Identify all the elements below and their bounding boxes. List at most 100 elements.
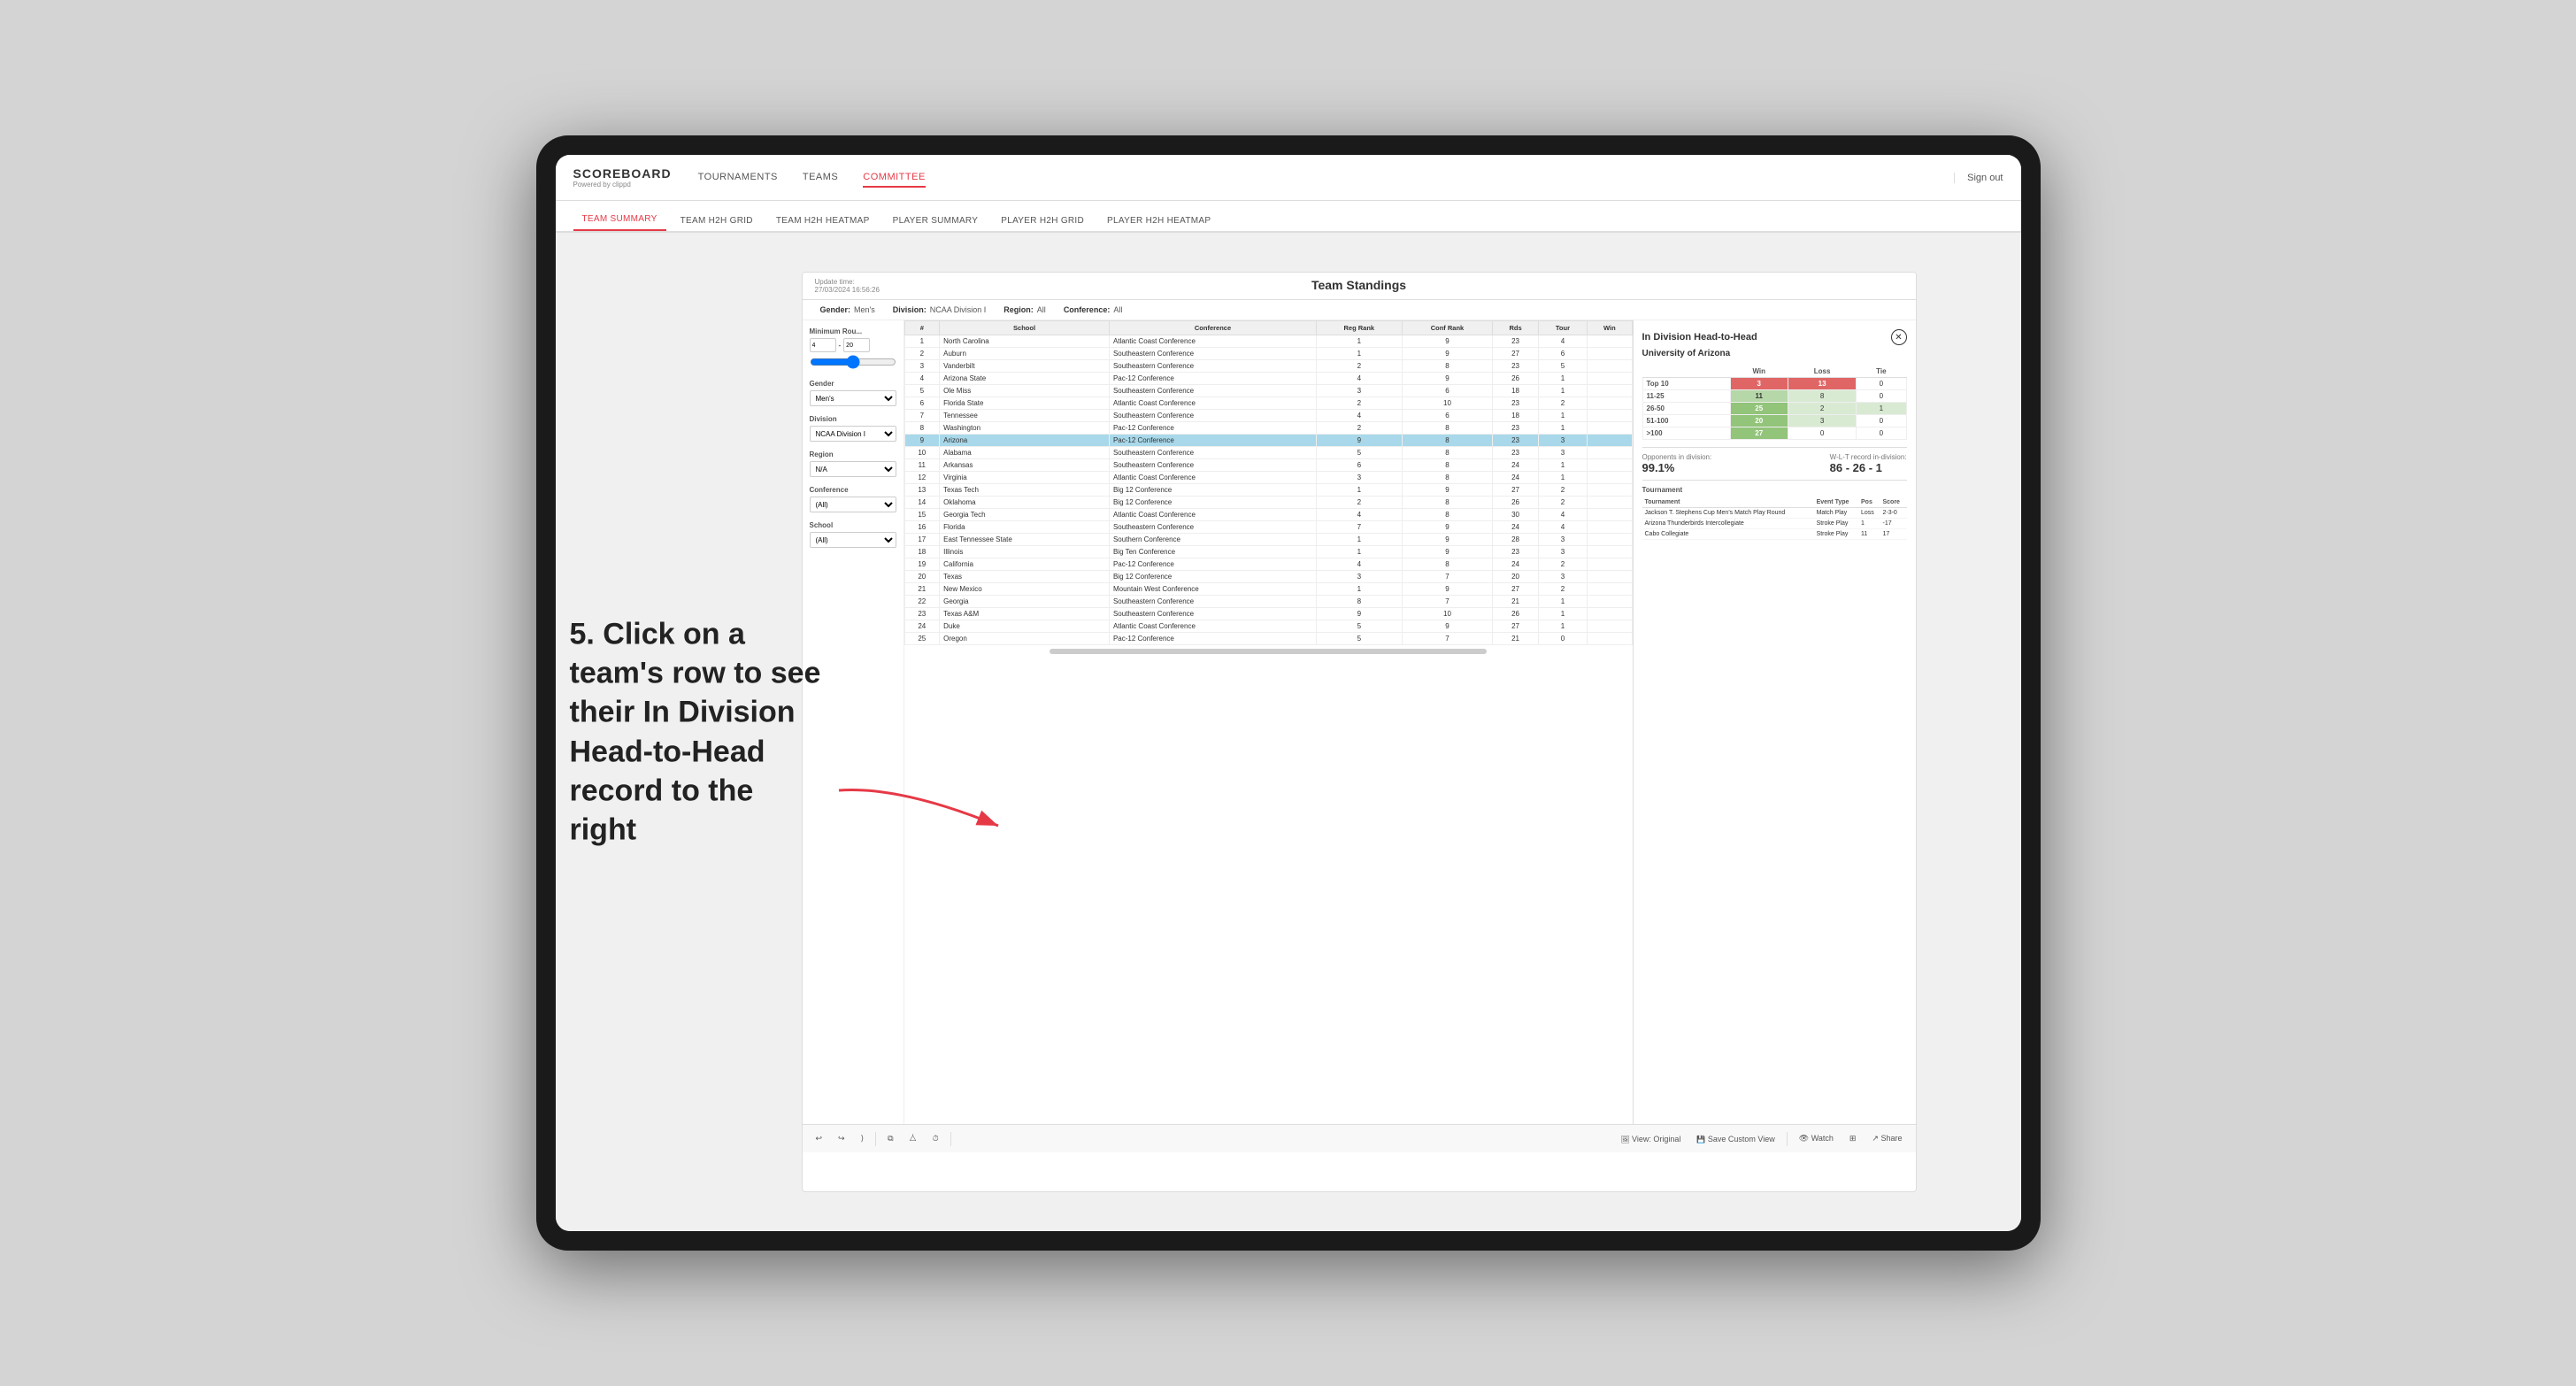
filter-min-rounds: Minimum Rou... - [810, 327, 896, 371]
th-score: Score [1880, 497, 1906, 508]
h2h-win-header: Win [1730, 366, 1788, 378]
panel-title: Team Standings [1311, 278, 1406, 292]
th-event-type: Event Type [1814, 497, 1858, 508]
table-row[interactable]: 22 Georgia Southeastern Conference 8 7 2… [904, 596, 1632, 608]
view-original-button[interactable]: 🖼 View: Original [1616, 1133, 1685, 1145]
table-row[interactable]: 15 Georgia Tech Atlantic Coast Conferenc… [904, 509, 1632, 521]
toolbar-sep-1 [875, 1132, 876, 1146]
tournament-row: Cabo Collegiate Stroke Play 11 17 [1642, 529, 1907, 540]
filter-conference-select[interactable]: (All) [810, 497, 896, 512]
h2h-row: 51-100 20 3 0 [1642, 415, 1906, 427]
nav-bar: SCOREBOARD Powered by clippd TOURNAMENTS… [556, 155, 2021, 201]
filter-min-rounds-max[interactable] [843, 338, 870, 352]
filter-min-rounds-slider[interactable] [810, 355, 896, 369]
table-row[interactable]: 11 Arkansas Southeastern Conference 6 8 … [904, 459, 1632, 472]
subnav-player-h2h-heatmap[interactable]: PLAYER H2H HEATMAP [1098, 211, 1219, 231]
table-row[interactable]: 7 Tennessee Southeastern Conference 4 6 … [904, 410, 1632, 422]
th-pos: Pos [1858, 497, 1880, 508]
h2h-close-button[interactable]: ✕ [1891, 329, 1907, 345]
sub-nav: TEAM SUMMARY TEAM H2H GRID TEAM H2H HEAT… [556, 201, 2021, 233]
main-content: 5. Click on a team's row to see their In… [556, 233, 2021, 1231]
filter-school-select[interactable]: (All) [810, 532, 896, 548]
sign-out-button[interactable]: Sign out [1954, 173, 2003, 183]
division-filter-value: NCAA Division I [930, 305, 987, 314]
table-row[interactable]: 24 Duke Atlantic Coast Conference 5 9 27… [904, 620, 1632, 633]
table-row[interactable]: 16 Florida Southeastern Conference 7 9 2… [904, 521, 1632, 534]
h2h-panel: In Division Head-to-Head ✕ University of… [1633, 320, 1916, 1124]
table-row[interactable]: 8 Washington Pac-12 Conference 2 8 23 1 [904, 422, 1632, 435]
display-button[interactable]: ⊞ [1845, 1132, 1861, 1145]
clock-button[interactable]: ⏱ [928, 1132, 943, 1145]
tournament-row: Jackson T. Stephens Cup Men's Match Play… [1642, 508, 1907, 519]
h2h-loss-header: Loss [1788, 366, 1856, 378]
table-row[interactable]: 20 Texas Big 12 Conference 3 7 20 3 [904, 571, 1632, 583]
table-row[interactable]: 10 Alabama Southeastern Conference 5 8 2… [904, 447, 1632, 459]
filter-conference-group: Conference (All) [810, 486, 896, 512]
tournament-table: Tournament Event Type Pos Score Jackson … [1642, 497, 1907, 540]
table-row[interactable]: 23 Texas A&M Southeastern Conference 9 1… [904, 608, 1632, 620]
h2h-row: >100 27 0 0 [1642, 427, 1906, 440]
table-row[interactable]: 2 Auburn Southeastern Conference 1 9 27 … [904, 348, 1632, 360]
update-time-label: Update time: [815, 278, 886, 286]
table-row[interactable]: 6 Florida State Atlantic Coast Conferenc… [904, 397, 1632, 410]
subnav-team-h2h-heatmap[interactable]: TEAM H2H HEATMAP [767, 211, 879, 231]
filter-conference-label: Conference [810, 486, 896, 494]
h2h-stats-row: Opponents in division: 99.1% W-L-T recor… [1642, 453, 1907, 474]
filter-division-group: Division NCAA Division I [810, 415, 896, 442]
table-row[interactable]: 18 Illinois Big Ten Conference 1 9 23 3 [904, 546, 1632, 558]
table-row[interactable]: 5 Ole Miss Southeastern Conference 3 6 1… [904, 385, 1632, 397]
h2h-tournaments: Tournament Tournament Event Type Pos S [1642, 486, 1907, 540]
gender-filter-label: Gender: [820, 305, 851, 314]
annotation-text: 5. Click on a team's row to see their In… [570, 614, 827, 849]
nav-teams[interactable]: TEAMS [803, 168, 838, 188]
table-row[interactable]: 1 North Carolina Atlantic Coast Conferen… [904, 335, 1632, 348]
data-table-container: # School Conference Reg Rank Conf Rank R… [904, 320, 1633, 1124]
table-row[interactable]: 17 East Tennessee State Southern Confere… [904, 534, 1632, 546]
subnav-player-summary[interactable]: PLAYER SUMMARY [884, 211, 988, 231]
scroll-thumb[interactable] [1050, 649, 1487, 654]
filter-gender-label: Gender [810, 380, 896, 388]
h2h-tie-header: Tie [1857, 366, 1906, 378]
subnav-team-h2h-grid[interactable]: TEAM H2H GRID [672, 211, 762, 231]
col-rds: Rds [1493, 321, 1538, 335]
col-conf-rank: Conf Rank [1402, 321, 1493, 335]
table-row[interactable]: 25 Oregon Pac-12 Conference 5 7 21 0 [904, 633, 1632, 645]
table-row[interactable]: 9 Arizona Pac-12 Conference 9 8 23 3 [904, 435, 1632, 447]
region-filter-value: All [1037, 305, 1046, 314]
table-row[interactable]: 14 Oklahoma Big 12 Conference 2 8 26 2 [904, 497, 1632, 509]
nav-tournaments[interactable]: TOURNAMENTS [698, 168, 778, 188]
table-row[interactable]: 12 Virginia Atlantic Coast Conference 3 … [904, 472, 1632, 484]
tournament-row: Arizona Thunderbirds Intercollegiate Str… [1642, 519, 1907, 529]
share-button[interactable]: ↗ Share [1867, 1132, 1906, 1145]
gender-filter-value: Men's [854, 305, 875, 314]
col-rank: # [904, 321, 940, 335]
logo-subtitle: Powered by clippd [573, 181, 672, 189]
filter-region-label: Region [810, 450, 896, 458]
subnav-team-summary[interactable]: TEAM SUMMARY [573, 209, 666, 231]
filter-region-select[interactable]: N/A [810, 461, 896, 477]
table-row[interactable]: 21 New Mexico Mountain West Conference 1… [904, 583, 1632, 596]
save-custom-button[interactable]: 💾 Save Custom View [1692, 1133, 1779, 1145]
forward-button[interactable]: ⟩ [857, 1132, 869, 1145]
logo-title: SCOREBOARD [573, 166, 672, 181]
filter-gender-select[interactable]: Men's [810, 390, 896, 406]
nav-committee[interactable]: COMMITTEE [863, 168, 926, 188]
copy-button[interactable]: ⧉ [883, 1132, 897, 1145]
table-row[interactable]: 13 Texas Tech Big 12 Conference 1 9 27 2 [904, 484, 1632, 497]
paste-button[interactable]: ⧊ [905, 1132, 921, 1145]
undo-button[interactable]: ↩ [811, 1132, 827, 1145]
filter-min-rounds-min[interactable] [810, 338, 836, 352]
standings-table: # School Conference Reg Rank Conf Rank R… [904, 320, 1633, 645]
update-date: 27/03/2024 16:56:26 [815, 286, 886, 294]
table-row[interactable]: 4 Arizona State Pac-12 Conference 4 9 26… [904, 373, 1632, 385]
conference-filter-label: Conference: [1064, 305, 1111, 314]
toolbar-sep-2 [950, 1132, 951, 1146]
table-row[interactable]: 3 Vanderbilt Southeastern Conference 2 8… [904, 360, 1632, 373]
table-row[interactable]: 19 California Pac-12 Conference 4 8 24 2 [904, 558, 1632, 571]
redo-button[interactable]: ↪ [834, 1132, 850, 1145]
subnav-player-h2h-grid[interactable]: PLAYER H2H GRID [992, 211, 1093, 231]
col-reg-rank: Reg Rank [1317, 321, 1402, 335]
watch-button[interactable]: 👁 Watch [1795, 1132, 1838, 1145]
filter-division-select[interactable]: NCAA Division I [810, 426, 896, 442]
conference-filter-value: All [1113, 305, 1122, 314]
